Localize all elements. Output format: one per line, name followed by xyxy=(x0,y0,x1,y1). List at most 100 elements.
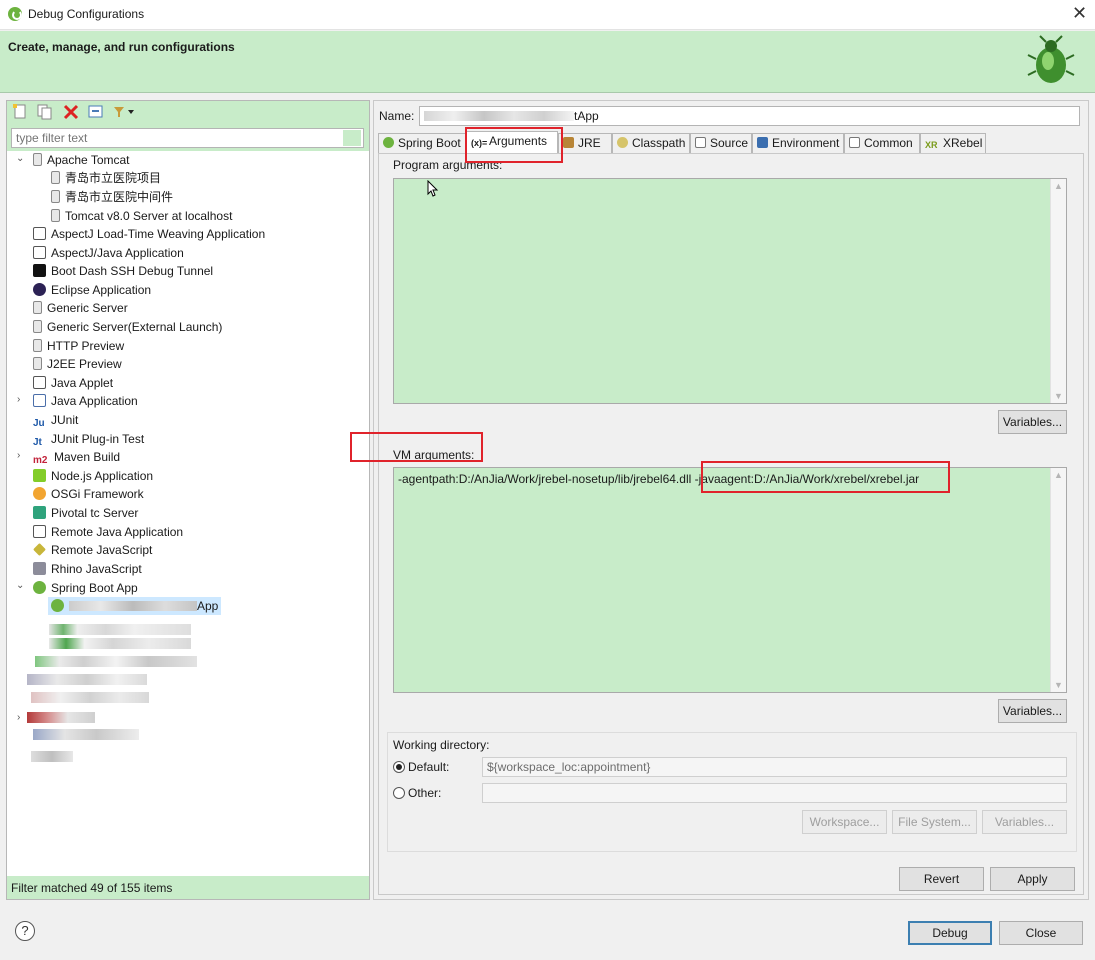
server-icon xyxy=(33,320,42,333)
name-input[interactable]: tApp xyxy=(419,106,1080,126)
new-config-icon[interactable] xyxy=(11,103,29,121)
tab-source[interactable]: Source xyxy=(690,133,752,153)
tree-item-remote-java[interactable]: Remote Java Application xyxy=(33,523,183,541)
chevron-down-icon[interactable]: ⌄ xyxy=(16,153,26,164)
tree-item-generic-server[interactable]: Generic Server xyxy=(33,299,128,317)
jre-icon xyxy=(563,137,574,148)
tree-item-label: JUnit Plug-in Test xyxy=(51,432,145,446)
chevron-right-icon[interactable]: › xyxy=(17,450,27,461)
name-label: Name: xyxy=(379,109,415,123)
tree-item-junit[interactable]: Ju JUnit xyxy=(33,411,78,429)
spring-icon xyxy=(383,137,394,148)
tab-label: Common xyxy=(864,136,913,150)
collapse-all-icon[interactable] xyxy=(87,103,105,121)
scroll-up-icon[interactable]: ▲ xyxy=(1054,470,1063,480)
tree-item-pivotal[interactable]: Pivotal tc Server xyxy=(33,504,138,522)
tree-item-rhino-js[interactable]: Rhino JavaScript xyxy=(33,560,142,578)
chevron-down-icon[interactable]: ⌄ xyxy=(16,580,26,591)
tree-item-qingdao-project[interactable]: 青岛市立医院项目 xyxy=(51,169,161,187)
redacted-tree-item xyxy=(31,751,73,762)
tree-item-selected-app[interactable]: App xyxy=(48,597,222,615)
scroll-down-icon[interactable]: ▼ xyxy=(1054,680,1063,690)
arguments-tab-content: Program arguments: ▲ ▼ Variables... VM ar… xyxy=(378,153,1084,895)
scrollbar[interactable]: ▲ ▼ xyxy=(1050,179,1066,403)
maven-icon: m2 xyxy=(33,455,48,466)
default-radio[interactable]: Default: xyxy=(393,760,449,774)
remote-java-icon xyxy=(33,525,46,538)
chevron-right-icon[interactable]: › xyxy=(17,394,27,405)
boot-dash-icon xyxy=(33,264,46,277)
program-arguments-textarea[interactable]: ▲ ▼ xyxy=(393,178,1067,404)
window-title: Debug Configurations xyxy=(28,7,145,21)
eclipse-icon xyxy=(33,283,46,296)
tab-jre[interactable]: JRE xyxy=(558,133,612,153)
vm-variables-button[interactable]: Variables... xyxy=(998,699,1067,723)
tree-item-label: Maven Build xyxy=(54,450,121,464)
tree-item-label: Eclipse Application xyxy=(51,283,152,297)
filter-status: Filter matched 49 of 155 items xyxy=(11,881,173,895)
tree-item-java-applet[interactable]: Java Applet xyxy=(33,374,113,392)
tab-common[interactable]: Common xyxy=(844,133,920,153)
tab-label: Source xyxy=(710,136,749,150)
tree-item-tomcat-localhost[interactable]: Tomcat v8.0 Server at localhost xyxy=(51,207,232,225)
program-arguments-value xyxy=(394,179,1066,187)
filter-input[interactable] xyxy=(11,128,364,148)
ltw-icon xyxy=(33,227,46,240)
tree-item-j2ee-preview[interactable]: J2EE Preview xyxy=(33,355,122,373)
tree-item-nodejs[interactable]: Node.js Application xyxy=(33,467,153,485)
tree-item-maven-build[interactable]: m2 Maven Build xyxy=(33,448,120,466)
configuration-tree: ⌄ Apache Tomcat 青岛市立医院项目 青岛市立医院中间件 Tomca… xyxy=(7,151,369,876)
working-dir-variables-button[interactable]: Variables... xyxy=(982,810,1067,834)
tab-xrebel[interactable]: XR XRebel xyxy=(920,133,986,153)
tree-item-apache-tomcat[interactable]: Apache Tomcat xyxy=(33,151,130,169)
java-app-icon xyxy=(33,394,46,407)
debug-button[interactable]: Debug xyxy=(908,921,992,945)
tree-item-osgi[interactable]: OSGi Framework xyxy=(33,485,144,503)
duplicate-config-icon[interactable] xyxy=(36,103,54,121)
filter-clear-icon[interactable] xyxy=(343,130,361,146)
redacted-tree-item xyxy=(33,729,139,740)
apply-button[interactable]: Apply xyxy=(990,867,1075,891)
tree-item-generic-server-external[interactable]: Generic Server(External Launch) xyxy=(33,318,222,336)
tree-item-remote-js[interactable]: Remote JavaScript xyxy=(33,541,152,559)
tree-item-label: Java Application xyxy=(51,394,138,408)
server-icon xyxy=(51,190,60,203)
tab-environment[interactable]: Environment xyxy=(752,133,844,153)
workspace-button[interactable]: Workspace... xyxy=(802,810,887,834)
tree-item-boot-dash[interactable]: Boot Dash SSH Debug Tunnel xyxy=(33,262,213,280)
redacted-tree-item xyxy=(31,692,149,703)
filter-menu-icon[interactable] xyxy=(112,103,135,121)
tomcat-icon xyxy=(33,153,42,166)
close-icon[interactable]: ✕ xyxy=(1072,3,1087,24)
program-variables-button[interactable]: Variables... xyxy=(998,410,1067,434)
scrollbar[interactable]: ▲ ▼ xyxy=(1050,468,1066,692)
debug-bug-icon xyxy=(1027,35,1075,83)
scroll-up-icon[interactable]: ▲ xyxy=(1054,181,1063,191)
tree-item-eclipse-app[interactable]: Eclipse Application xyxy=(33,281,151,299)
delete-config-icon[interactable] xyxy=(62,103,80,121)
tree-item-java-application[interactable]: Java Application xyxy=(33,392,138,410)
tree-item-label: Java Applet xyxy=(51,376,114,390)
help-icon[interactable]: ? xyxy=(15,921,35,941)
file-system-button[interactable]: File System... xyxy=(892,810,977,834)
tree-item-http-preview[interactable]: HTTP Preview xyxy=(33,337,124,355)
tree-item-label: HTTP Preview xyxy=(47,339,125,353)
tab-spring-boot[interactable]: Spring Boot xyxy=(378,133,466,153)
tree-item-aspectj-ltw[interactable]: AspectJ Load-Time Weaving Application xyxy=(33,225,265,243)
spring-app-icon xyxy=(51,599,64,612)
tree-item-qingdao-middleware[interactable]: 青岛市立医院中间件 xyxy=(51,188,173,206)
radio-checked-icon xyxy=(393,761,405,773)
tab-classpath[interactable]: Classpath xyxy=(612,133,690,153)
highlight-arguments-tab xyxy=(465,127,563,163)
tree-item-spring-boot-app[interactable]: Spring Boot App xyxy=(33,579,138,597)
tab-label: Environment xyxy=(772,136,840,150)
other-radio[interactable]: Other: xyxy=(393,786,441,800)
tree-item-junit-plugin[interactable]: Jt JUnit Plug-in Test xyxy=(33,430,144,448)
scroll-down-icon[interactable]: ▼ xyxy=(1054,391,1063,401)
close-button[interactable]: Close xyxy=(999,921,1083,945)
revert-button[interactable]: Revert xyxy=(899,867,984,891)
tab-label: JRE xyxy=(578,136,601,150)
vm-arguments-textarea[interactable]: -agentpath:D:/AnJia/Work/jrebel-nosetup/… xyxy=(393,467,1067,693)
chevron-right-icon[interactable]: › xyxy=(17,712,27,723)
tree-item-aspectj-java[interactable]: AspectJ/Java Application xyxy=(33,244,184,262)
